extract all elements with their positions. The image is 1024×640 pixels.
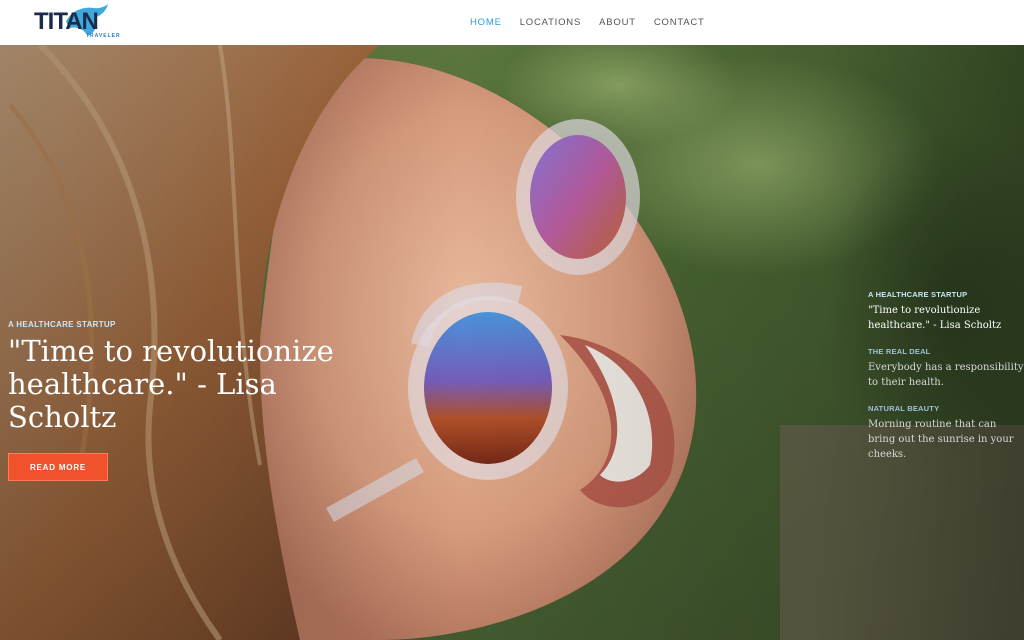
slide-text: Everybody has a responsibility to their … xyxy=(868,362,1024,388)
hero-eyebrow: A HEALTHCARE STARTUP xyxy=(8,320,116,329)
hero-slider: A HEALTHCARE STARTUP "Time to revolution… xyxy=(0,45,1024,640)
slide-label: A HEALTHCARE STARTUP xyxy=(868,290,968,299)
read-more-button[interactable]: READ MORE xyxy=(8,453,108,481)
site-header: TITAN TRAVELER HOME LOCATIONS ABOUT CONT… xyxy=(0,0,1024,45)
brand-name: TITAN xyxy=(34,8,99,35)
brand-logo[interactable]: TITAN TRAVELER xyxy=(34,4,124,40)
brand-tagline: TRAVELER xyxy=(86,33,121,39)
slide-item[interactable]: THE REAL DEAL Everybody has a responsibi… xyxy=(868,347,1024,390)
hero-headline: "Time to revolutionize healthcare." - Li… xyxy=(8,334,334,434)
nav-about[interactable]: ABOUT xyxy=(599,17,636,28)
nav-locations[interactable]: LOCATIONS xyxy=(520,17,581,28)
hero-caption: A HEALTHCARE STARTUP "Time to revolution… xyxy=(8,320,348,481)
slide-label: THE REAL DEAL xyxy=(868,347,931,356)
nav-contact[interactable]: CONTACT xyxy=(654,17,705,28)
slide-text: "Time to revolutionize healthcare." - Li… xyxy=(868,305,1002,331)
nav-home[interactable]: HOME xyxy=(470,17,502,28)
main-nav: HOME LOCATIONS ABOUT CONTACT xyxy=(470,0,723,45)
slide-text: Morning routine that can bring out the s… xyxy=(868,419,1014,460)
slide-item[interactable]: A HEALTHCARE STARTUP "Time to revolution… xyxy=(868,290,1024,333)
slide-label: NATURAL BEAUTY xyxy=(868,404,940,413)
slide-list: A HEALTHCARE STARTUP "Time to revolution… xyxy=(868,290,1024,476)
slide-item[interactable]: NATURAL BEAUTY Morning routine that can … xyxy=(868,404,1024,462)
